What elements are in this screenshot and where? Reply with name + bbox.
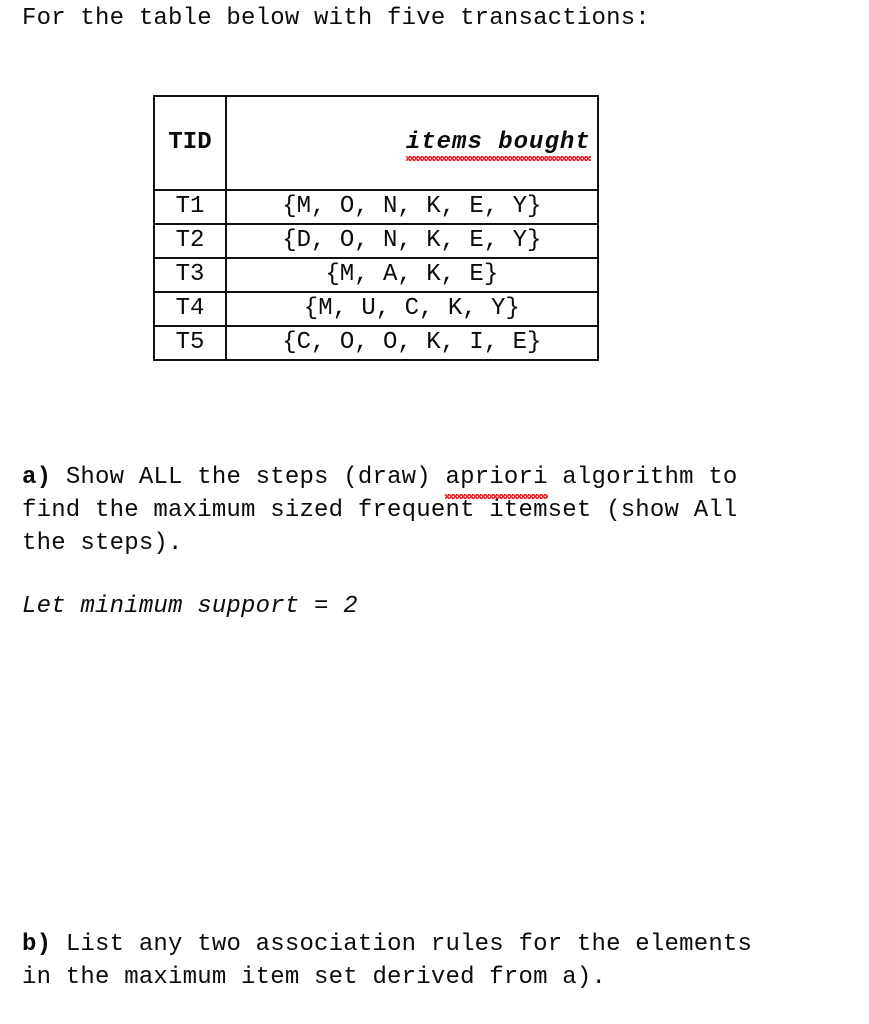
question-b-block: b) List any two association rules for th…: [22, 928, 752, 994]
table-row: T1 {M, O, N, K, E, Y}: [153, 189, 599, 225]
question-b-line-2: in the maximum item set derived from a).: [22, 964, 607, 991]
table-row: T3 {M, A, K, E}: [153, 257, 599, 293]
cell-items: {M, A, K, E}: [225, 257, 599, 293]
question-a-label: a): [22, 464, 52, 491]
question-b-text: List any two association rules for the e…: [51, 931, 753, 958]
table-header-row: TID items bought: [153, 95, 599, 191]
column-header-items: items bought: [225, 95, 599, 191]
cell-items: {C, O, O, K, I, E}: [225, 325, 599, 361]
cell-tid: T4: [153, 291, 227, 327]
minimum-support-note: Let minimum support = 2: [22, 593, 358, 620]
question-a-block: a) Show ALL the steps (draw) apriori alg…: [22, 461, 869, 623]
cell-tid: T2: [153, 223, 227, 259]
cell-items: {M, O, N, K, E, Y}: [225, 189, 599, 225]
column-header-tid: TID: [153, 95, 227, 191]
spellcheck-underline-apriori: apriori: [445, 461, 548, 499]
table-row: T5 {C, O, O, K, I, E}: [153, 325, 599, 361]
worksheet-page: For the table below with five transactio…: [0, 0, 869, 1024]
transactions-table-wrapper: TID items bought T1 {M, O, N, K, E, Y} T…: [153, 95, 869, 361]
spellcheck-underline-items-bought: items bought: [405, 129, 591, 161]
question-a-line-1: a) Show ALL the steps (draw) apriori alg…: [22, 461, 869, 499]
question-b-label: b): [22, 931, 52, 958]
cell-tid: T1: [153, 189, 227, 225]
question-a-text-part2: algorithm to: [547, 464, 738, 491]
question-b-line-1: b) List any two association rules for th…: [22, 928, 752, 961]
table-row: T4 {M, U, C, K, Y}: [153, 291, 599, 327]
cell-items: {M, U, C, K, Y}: [225, 291, 599, 327]
question-a-text-part1: Show ALL the steps (draw): [51, 464, 446, 491]
intro-text: For the table below with five transactio…: [22, 5, 650, 32]
cell-tid: T5: [153, 325, 227, 361]
table-body: T1 {M, O, N, K, E, Y} T2 {D, O, N, K, E,…: [153, 189, 599, 361]
question-a-line-3: the steps).: [22, 530, 183, 557]
cell-items: {D, O, N, K, E, Y}: [225, 223, 599, 259]
table-row: T2 {D, O, N, K, E, Y}: [153, 223, 599, 259]
transactions-table: TID items bought T1 {M, O, N, K, E, Y} T…: [153, 95, 599, 361]
items-bought-heading: items bought: [405, 128, 591, 161]
cell-tid: T3: [153, 257, 227, 293]
